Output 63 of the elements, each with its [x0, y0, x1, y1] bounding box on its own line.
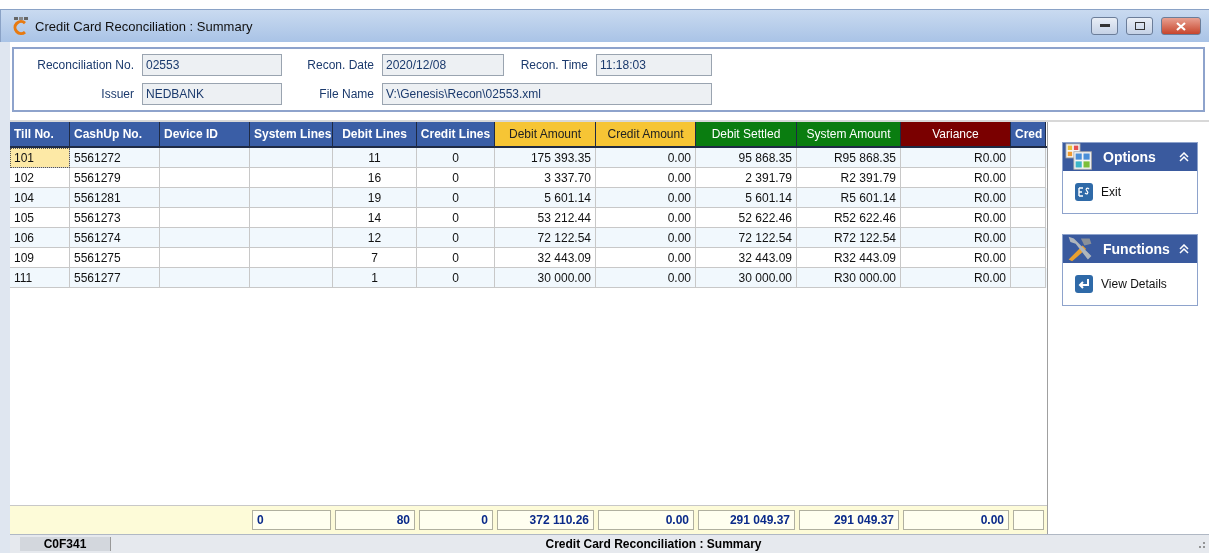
menu-item[interactable]: View Details [1101, 277, 1167, 291]
table-cell: 0.00 [596, 268, 696, 288]
table-cell [1011, 268, 1046, 288]
total-value: 80 [335, 510, 415, 530]
field-label: File Name [318, 87, 375, 101]
column-header[interactable]: System Amount [797, 122, 901, 146]
field-value: NEDBANK [142, 83, 282, 105]
field-value: 02553 [142, 54, 282, 76]
window-title: Credit Card Reconciliation : Summary [35, 18, 254, 34]
close-button[interactable] [1161, 17, 1201, 35]
field-value: 11:18:03 [596, 54, 712, 76]
column-header[interactable]: Debit Settled [696, 122, 797, 146]
minimize-button[interactable] [1091, 17, 1118, 35]
menu-item[interactable]: Exit [1101, 185, 1121, 199]
panel-header[interactable]: Functions [1063, 235, 1197, 263]
total-value: 291 049.37 [799, 510, 899, 530]
field-value: V:\Genesis\Recon\02553.xml [382, 83, 712, 105]
minimize-icon [1099, 24, 1110, 28]
column-header[interactable]: Credit Lines [417, 122, 495, 146]
maximize-icon [1134, 22, 1145, 30]
total-value [1013, 510, 1044, 530]
total-value: 0.00 [903, 510, 1009, 530]
column-header[interactable]: CashUp No. [70, 122, 160, 146]
column-header[interactable]: Till No. [10, 122, 70, 146]
column-header[interactable]: Variance [901, 122, 1011, 146]
panel-header[interactable]: Options [1063, 143, 1197, 171]
column-header[interactable]: Cred [1011, 122, 1046, 146]
field-label: Recon. Date [306, 58, 375, 72]
table-cell: 111 [10, 268, 70, 288]
resize-grip-icon [1196, 539, 1206, 549]
table-cell: 5561277 [70, 268, 160, 288]
app-logo-icon [13, 17, 29, 35]
table-cell: 101 [10, 148, 70, 168]
field-label: Issuer [100, 87, 135, 101]
total-value: 291 049.37 [698, 510, 795, 530]
column-header[interactable]: Device ID [160, 122, 250, 146]
column-header[interactable]: Debit Lines [333, 122, 417, 146]
panel-title: Options [1103, 149, 1157, 165]
screen-code: C0F341 [20, 537, 111, 551]
collapse-icon[interactable] [1179, 244, 1189, 254]
status-title: Credit Card Reconciliation : Summary [544, 537, 763, 551]
table-cell: 30 000.00 [696, 268, 797, 288]
field-value: 2020/12/08 [382, 54, 504, 76]
total-value: 0 [419, 510, 493, 530]
field-label: Reconciliation No. [36, 58, 135, 72]
table-cell: 0 [417, 268, 495, 288]
esc-key-icon [1075, 183, 1093, 201]
table-cell: 1 [333, 268, 417, 288]
field-label: Recon. Time [519, 58, 589, 72]
panel-title: Functions [1103, 241, 1171, 257]
table-cell: 30 000.00 [495, 268, 596, 288]
total-value: 372 110.26 [497, 510, 594, 530]
table-cell: R30 000.00 [797, 268, 901, 288]
total-value: 0.00 [598, 510, 694, 530]
table-cell: R0.00 [901, 268, 1011, 288]
maximize-button[interactable] [1126, 17, 1153, 35]
column-header[interactable]: Debit Amount [495, 122, 596, 146]
collapse-icon[interactable] [1179, 152, 1189, 162]
close-icon [1176, 21, 1186, 31]
column-header[interactable]: Credit Amount [596, 122, 696, 146]
total-value: 0 [252, 510, 331, 530]
enter-key-icon [1075, 275, 1093, 293]
column-header[interactable]: System Lines [250, 122, 333, 146]
